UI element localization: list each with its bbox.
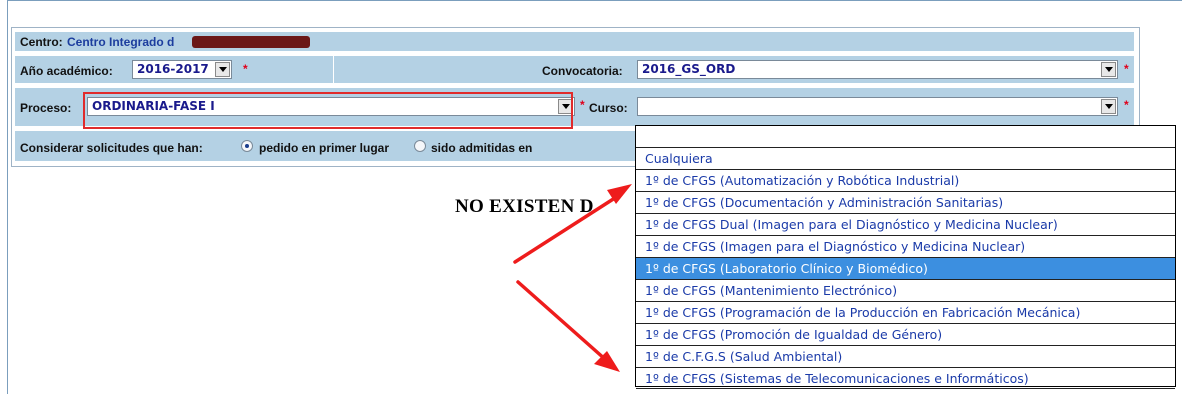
- centro-row: Centro: Centro Integrado d: [15, 32, 1134, 51]
- chevron-down-icon[interactable]: [1101, 62, 1116, 77]
- considerar-label: Considerar solicitudes que han:: [20, 141, 203, 155]
- chevron-down-icon[interactable]: [1101, 99, 1116, 114]
- curso-select[interactable]: [637, 97, 1118, 116]
- convocatoria-value: 2016_GS_ORD: [642, 62, 736, 76]
- curso-option[interactable]: 1º de CFGS (Sistemas de Telecomunicacion…: [636, 368, 1175, 389]
- required-mark: *: [1124, 62, 1129, 76]
- radio-admitidas-label: sido admitidas en: [431, 141, 533, 155]
- curso-option[interactable]: 1º de CFGS (Documentación y Administraci…: [636, 192, 1175, 214]
- curso-dropdown-list: Cualquiera 1º de CFGS (Automatización y R…: [635, 125, 1176, 389]
- required-mark: *: [580, 98, 585, 112]
- content-frame-left: [7, 0, 8, 394]
- curso-option[interactable]: 1º de CFGS (Imagen para el Diagnóstico y…: [636, 236, 1175, 258]
- curso-option[interactable]: 1º de CFGS (Laboratorio Clínico y Bioméd…: [636, 258, 1175, 280]
- curso-option[interactable]: 1º de CFGS (Automatización y Robótica In…: [636, 170, 1175, 192]
- radio-primer-lugar[interactable]: [241, 140, 253, 152]
- required-mark: *: [243, 62, 248, 76]
- curso-option[interactable]: 1º de CFGS Dual (Imagen para el Diagnóst…: [636, 214, 1175, 236]
- radio-primer-lugar-label: pedido en primer lugar: [259, 141, 390, 155]
- content-frame-top: [7, 0, 1182, 1]
- curso-option[interactable]: 1º de C.F.G.S (Salud Ambiental): [636, 346, 1175, 368]
- radio-admitidas[interactable]: [414, 140, 426, 152]
- curso-option[interactable]: 1º de CFGS (Promoción de Igualdad de Gén…: [636, 324, 1175, 346]
- no-data-message: NO EXISTEN D: [455, 196, 594, 217]
- convocatoria-label: Convocatoria:: [542, 64, 623, 78]
- curso-option[interactable]: Cualquiera: [636, 148, 1175, 170]
- arrow-down-icon: [516, 280, 620, 372]
- centro-label: Centro:: [20, 35, 63, 49]
- divider: [333, 56, 334, 83]
- curso-option[interactable]: [636, 126, 1175, 148]
- centro-value: Centro Integrado d: [67, 35, 175, 49]
- redaction-mark: [192, 36, 310, 48]
- curso-label: Curso:: [589, 101, 628, 115]
- chevron-down-icon[interactable]: [215, 62, 230, 77]
- academico-row: Año académico: 2016-2017 * Convocatoria:…: [15, 56, 1134, 83]
- curso-option[interactable]: 1º de CFGS (Mantenimiento Electrónico): [636, 280, 1175, 302]
- required-mark: *: [1124, 98, 1129, 112]
- highlight-box: [83, 92, 573, 129]
- anio-academico-value: 2016-2017: [137, 62, 209, 76]
- anio-academico-select[interactable]: 2016-2017: [132, 60, 232, 79]
- proceso-label: Proceso:: [20, 101, 72, 115]
- convocatoria-select[interactable]: 2016_GS_ORD: [637, 60, 1118, 79]
- curso-option[interactable]: 1º de CFGS (Programación de la Producció…: [636, 302, 1175, 324]
- anio-academico-label: Año académico:: [20, 64, 113, 78]
